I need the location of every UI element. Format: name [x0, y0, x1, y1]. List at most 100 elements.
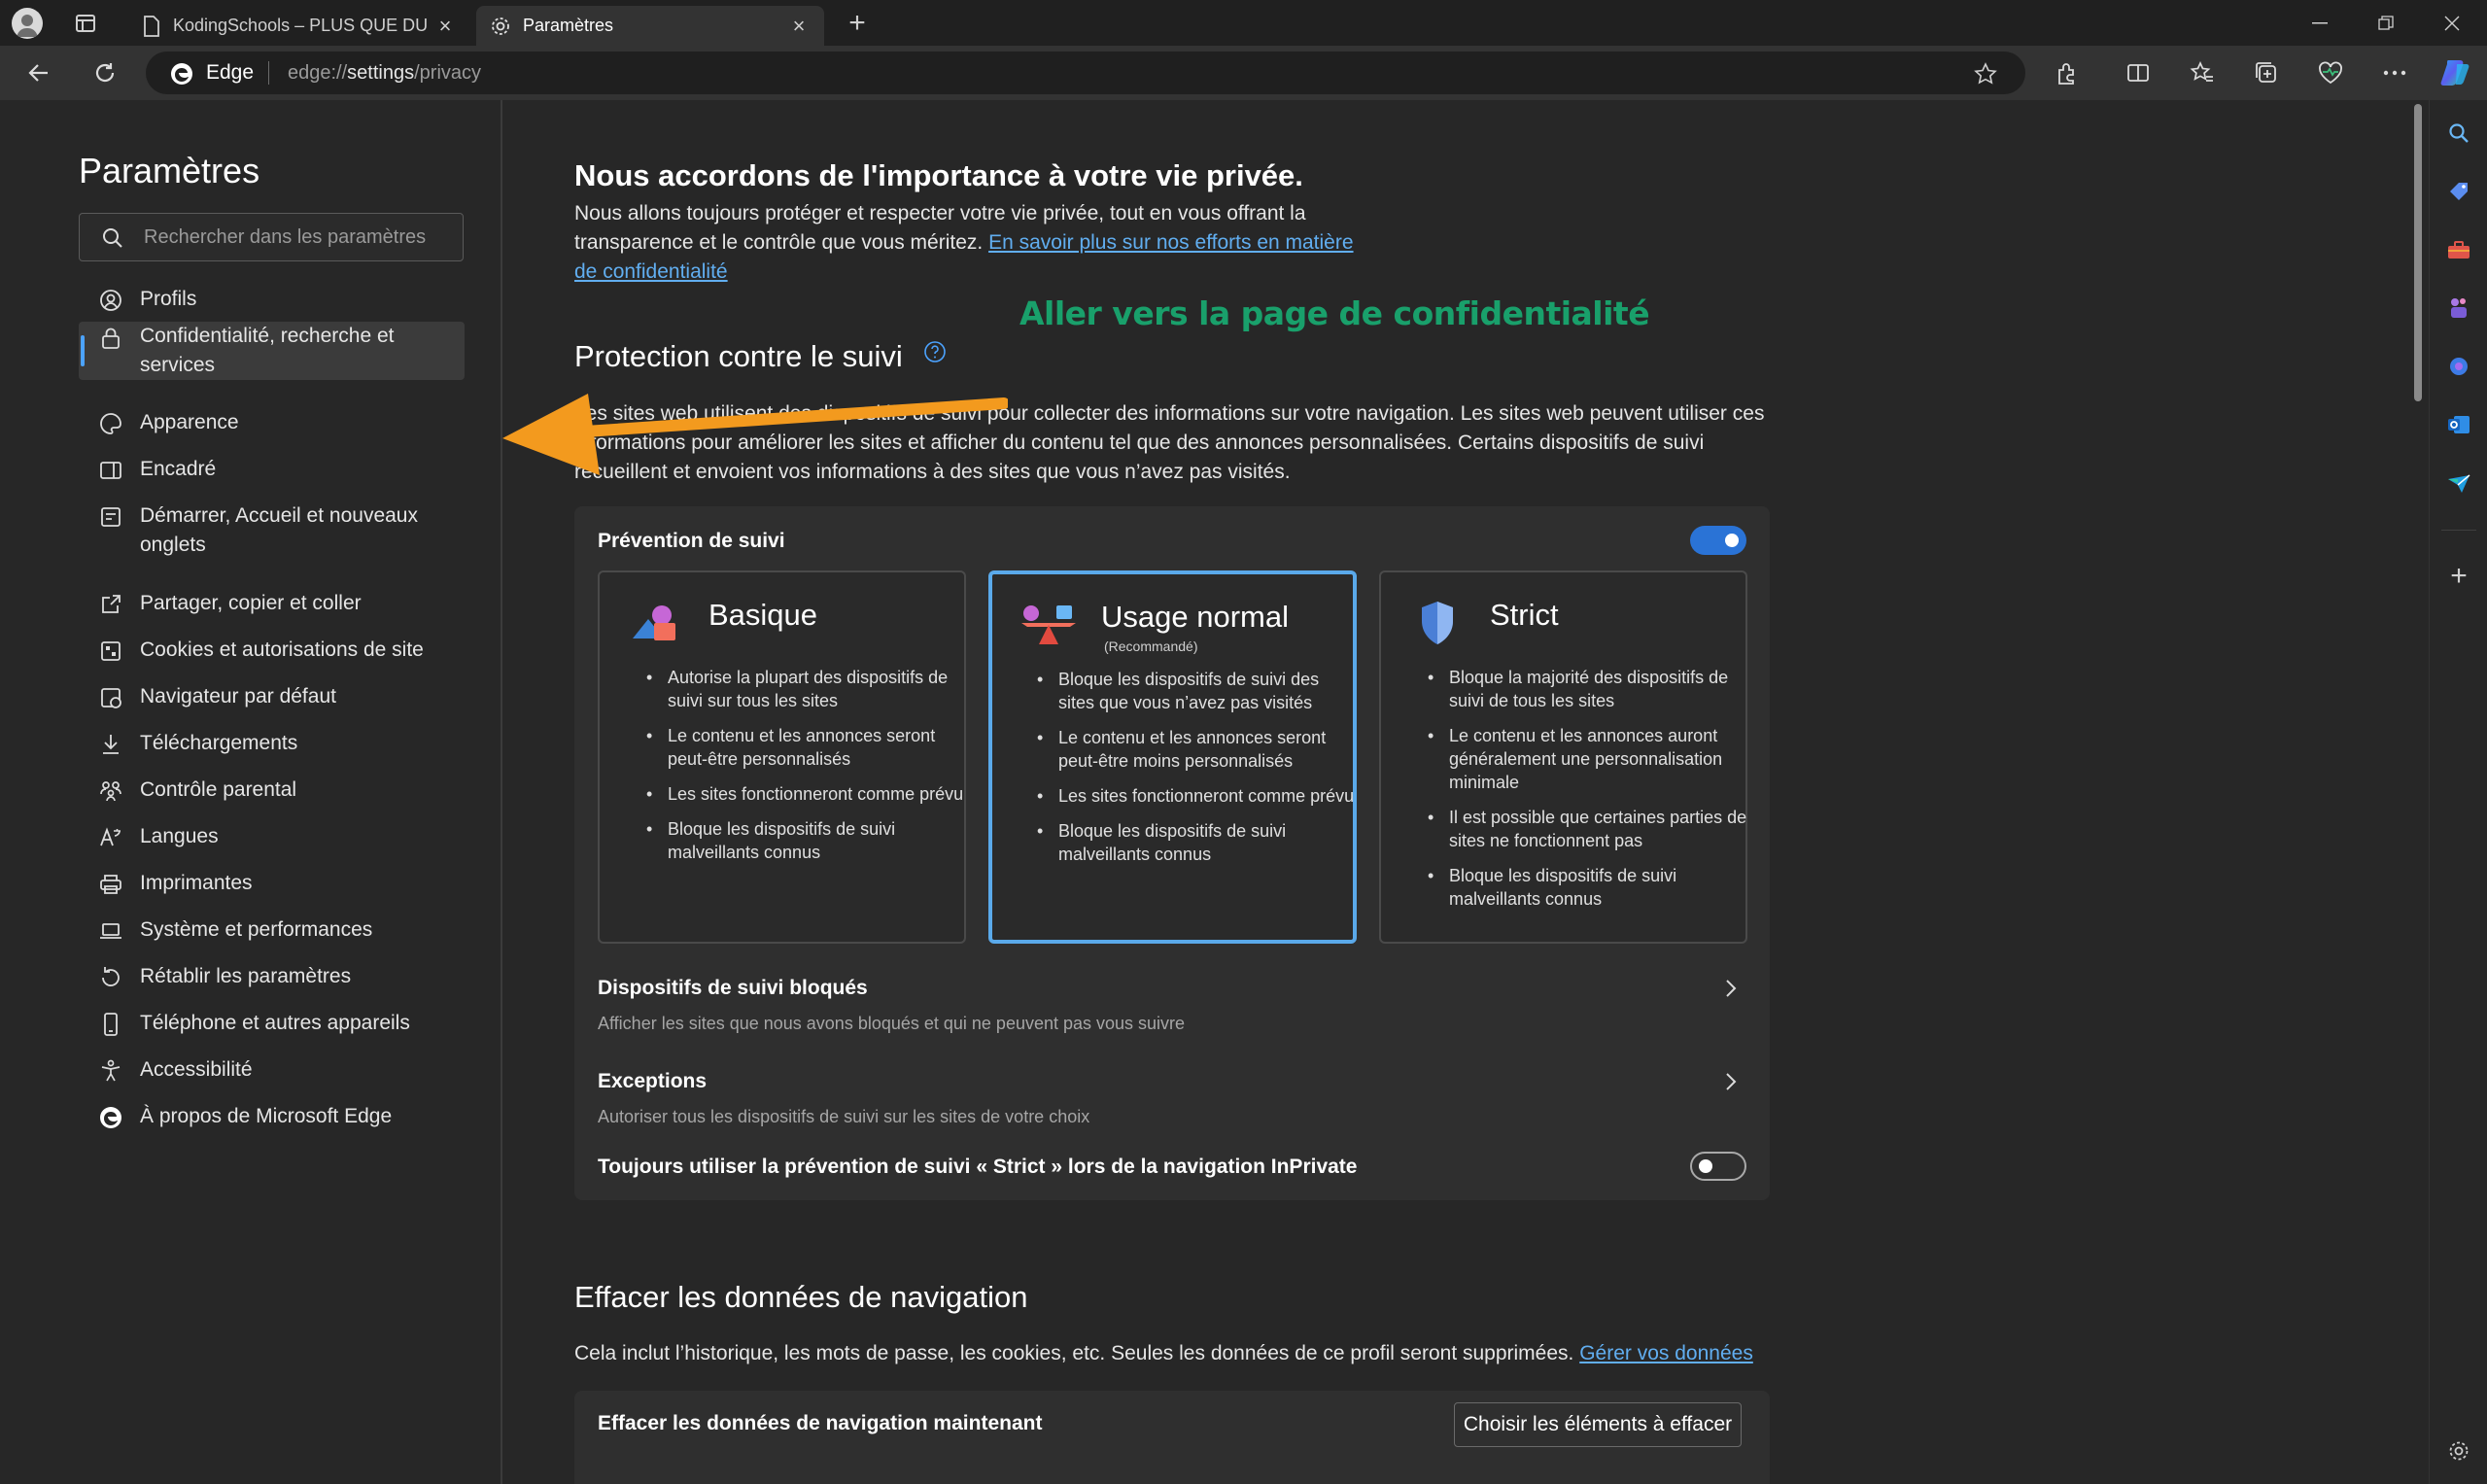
add-icon[interactable]: +	[2443, 560, 2474, 592]
sidebar-item-encadre[interactable]: Encadré	[79, 455, 465, 484]
list-item: Le contenu et les annonces auront généra…	[1428, 724, 1748, 794]
sidebar-item-label: Téléchargements	[140, 732, 298, 754]
url-path: /privacy	[414, 62, 482, 84]
minimize-icon[interactable]	[2286, 0, 2354, 46]
list-item: Autorise la plupart des dispositifs de s…	[646, 666, 967, 712]
mode-card-basique[interactable]: Basique Autorise la plupart des disposit…	[598, 570, 966, 944]
tab-kodingschools[interactable]: KodingSchools – PLUS QUE DU C ×	[128, 6, 470, 46]
sidebar-item-langues[interactable]: Langues	[79, 822, 465, 851]
profile-icon	[98, 288, 123, 313]
mode-card-strict[interactable]: Strict Bloque la majorité des dispositif…	[1379, 570, 1747, 944]
sidebar-item-telechargements[interactable]: Téléchargements	[79, 729, 465, 758]
profile-avatar[interactable]	[12, 8, 43, 39]
list-item: Bloque la majorité des dispositifs de su…	[1428, 666, 1748, 712]
favorite-star-icon[interactable]	[1973, 61, 1998, 86]
sidebar-item-a-propos[interactable]: À propos de Microsoft Edge	[79, 1102, 465, 1131]
tab-parametres[interactable]: Paramètres ×	[476, 6, 824, 46]
sidebar-item-label: Contrôle parental	[140, 778, 297, 801]
list-item: Il est possible que certaines parties de…	[1428, 806, 1748, 852]
divider	[268, 61, 269, 85]
copilot-rail-icon[interactable]	[2443, 351, 2474, 382]
url-text[interactable]: edge://settings/privacy	[288, 62, 481, 85]
tools-icon[interactable]	[2443, 234, 2474, 265]
browser-essentials-icon[interactable]	[2307, 53, 2354, 92]
address-bar[interactable]: Edge edge://settings/privacy	[146, 52, 2025, 94]
outlook-icon[interactable]	[2443, 409, 2474, 440]
more-options-icon[interactable]	[2371, 53, 2418, 92]
exceptions-title: Exceptions	[598, 1070, 708, 1092]
tracking-prevention-toggle[interactable]	[1690, 526, 1746, 555]
sidebar-item-accessibilite[interactable]: Accessibilité	[79, 1055, 465, 1085]
mode-bullets: Bloque les dispositifs de suivi des site…	[1014, 668, 1375, 878]
scrollbar-thumb[interactable]	[2414, 104, 2422, 401]
sidebar-item-partager[interactable]: Partager, copier et coller	[79, 589, 465, 618]
edge-icon	[98, 1105, 123, 1130]
laptop-icon	[98, 918, 123, 944]
home-icon	[98, 504, 123, 530]
blocked-trackers-row[interactable]: Dispositifs de suivi bloqués Afficher le…	[574, 963, 1770, 1056]
mode-card-usage-normal[interactable]: Usage normal (Recommandé) Bloque les dis…	[988, 570, 1357, 944]
gear-icon[interactable]	[2443, 1435, 2474, 1467]
back-icon[interactable]	[16, 53, 62, 92]
close-tab-icon[interactable]: ×	[433, 14, 457, 38]
sidebar-item-privacy[interactable]: Confidentialité, recherche et services	[79, 322, 465, 380]
sidebar-item-telephone[interactable]: Téléphone et autres appareils	[79, 1009, 465, 1038]
sidebar-item-label: Profils	[140, 288, 197, 310]
sidebar-item-apparence[interactable]: Apparence	[79, 408, 465, 437]
favorites-icon[interactable]	[2179, 53, 2226, 92]
games-icon[interactable]	[2443, 293, 2474, 324]
close-window-icon[interactable]	[2418, 0, 2486, 46]
help-icon[interactable]	[922, 339, 948, 364]
split-screen-icon[interactable]	[2115, 53, 2161, 92]
url-scheme: edge://	[288, 62, 348, 84]
sidebar-item-imprimantes[interactable]: Imprimantes	[79, 869, 465, 898]
settings-search-input[interactable]: Rechercher dans les paramètres	[79, 213, 464, 261]
list-item: Les sites fonctionneront comme prévu	[1037, 784, 1358, 808]
sidebar-item-demarrer[interactable]: Démarrer, Accueil et nouveaux onglets	[79, 501, 465, 560]
toolbar: Edge edge://settings/privacy	[0, 46, 2487, 100]
refresh-icon[interactable]	[82, 53, 128, 92]
sidebar-item-systeme[interactable]: Système et performances	[79, 915, 465, 945]
close-tab-icon[interactable]: ×	[787, 14, 811, 38]
appearance-icon	[98, 411, 123, 436]
tab-actions-icon[interactable]	[72, 10, 99, 37]
sidebar-item-controle-parental[interactable]: Contrôle parental	[79, 776, 465, 805]
sidebar-item-label: À propos de Microsoft Edge	[140, 1105, 393, 1127]
shopping-tag-icon[interactable]	[2443, 176, 2474, 207]
tab-title: Paramètres	[523, 16, 614, 35]
mode-title: Strict	[1490, 598, 1559, 632]
edge-icon	[169, 61, 194, 86]
sidebar-item-profils[interactable]: Profils	[79, 285, 465, 314]
exceptions-row[interactable]: Exceptions Autoriser tous les dispositif…	[574, 1056, 1770, 1150]
new-tab-icon[interactable]: +	[842, 7, 873, 39]
exceptions-subtitle: Autoriser tous les dispositifs de suivi …	[598, 1107, 1090, 1126]
sidebar-panel-icon	[98, 458, 123, 483]
inprivate-strict-toggle[interactable]	[1690, 1152, 1746, 1181]
tracking-card: Prévention de suivi Basique Autorise la …	[574, 506, 1770, 1200]
balance-icon	[1019, 600, 1076, 646]
copilot-icon[interactable]	[2433, 53, 2479, 92]
manage-data-link[interactable]: Gérer vos données	[1579, 1342, 1753, 1364]
collections-icon[interactable]	[2243, 53, 2290, 92]
privacy-heading: Nous accordons de l'importance à votre v…	[574, 158, 1303, 192]
sidebar-item-cookies[interactable]: Cookies et autorisations de site	[79, 636, 465, 665]
sidebar-item-navigateur-defaut[interactable]: Navigateur par défaut	[79, 682, 465, 711]
sidebar-item-label: Imprimantes	[140, 872, 253, 894]
extensions-icon[interactable]	[2043, 53, 2090, 92]
sidebar-item-label: Téléphone et autres appareils	[140, 1012, 410, 1034]
scrollbar[interactable]	[2407, 100, 2429, 1484]
send-icon[interactable]	[2443, 467, 2474, 499]
sidebar-item-retablir[interactable]: Rétablir les paramètres	[79, 962, 465, 991]
restore-icon[interactable]	[2352, 0, 2420, 46]
edge-sidebar-rail: +	[2429, 100, 2487, 1484]
choose-items-button[interactable]: Choisir les éléments à effacer	[1454, 1402, 1742, 1447]
clear-data-card: Effacer les données de navigation mainte…	[574, 1391, 1770, 1484]
clear-data-heading: Effacer les données de navigation	[574, 1280, 1028, 1314]
list-item: Bloque les dispositifs de suivi malveill…	[1037, 819, 1358, 866]
blocked-trackers-title: Dispositifs de suivi bloqués	[598, 977, 868, 999]
list-item: Les sites fonctionneront comme prévu	[646, 782, 967, 806]
search-placeholder: Rechercher dans les paramètres	[144, 226, 427, 248]
blocked-trackers-subtitle: Afficher les sites que nous avons bloqué…	[598, 1014, 1186, 1033]
list-item: Bloque les dispositifs de suivi malveill…	[646, 817, 967, 864]
search-icon[interactable]	[2443, 118, 2474, 149]
